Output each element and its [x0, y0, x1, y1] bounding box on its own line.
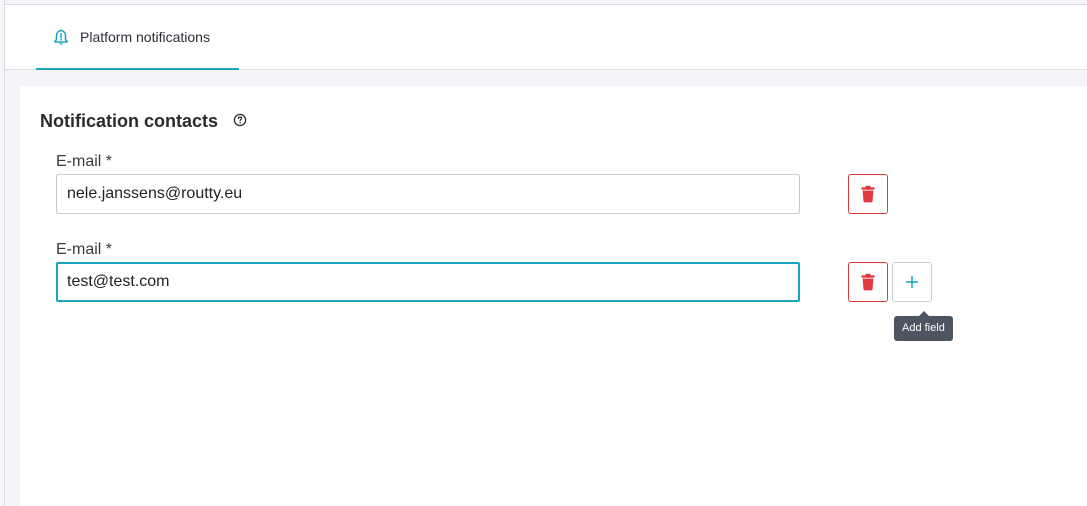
active-tab-indicator [36, 68, 239, 70]
question-circle-icon[interactable] [233, 113, 247, 127]
notification-contacts-panel: Notification contacts E-mail * E-mail * [20, 86, 1087, 506]
add-field-tooltip: Add field [894, 316, 953, 341]
trash-icon [861, 273, 875, 291]
app-frame: Platform notifications Notification cont… [0, 0, 1087, 506]
delete-email-2-button[interactable] [848, 262, 888, 302]
email-label-1: E-mail * [56, 153, 113, 170]
tab-label: Platform notifications [80, 29, 210, 45]
section-title: Notification contacts [40, 111, 219, 131]
frame-left-border [4, 0, 5, 506]
email-label-2: E-mail * [56, 241, 113, 258]
email-field-2[interactable] [56, 262, 800, 302]
plus-icon [905, 275, 919, 289]
delete-email-1-button[interactable] [848, 174, 888, 214]
add-field-button[interactable] [892, 262, 932, 302]
tab-platform-notifications[interactable]: Platform notifications [36, 5, 239, 70]
trash-icon [861, 185, 875, 203]
tab-bar: Platform notifications [5, 5, 1087, 70]
email-field-1[interactable] [56, 174, 800, 214]
bell-icon [54, 29, 68, 45]
